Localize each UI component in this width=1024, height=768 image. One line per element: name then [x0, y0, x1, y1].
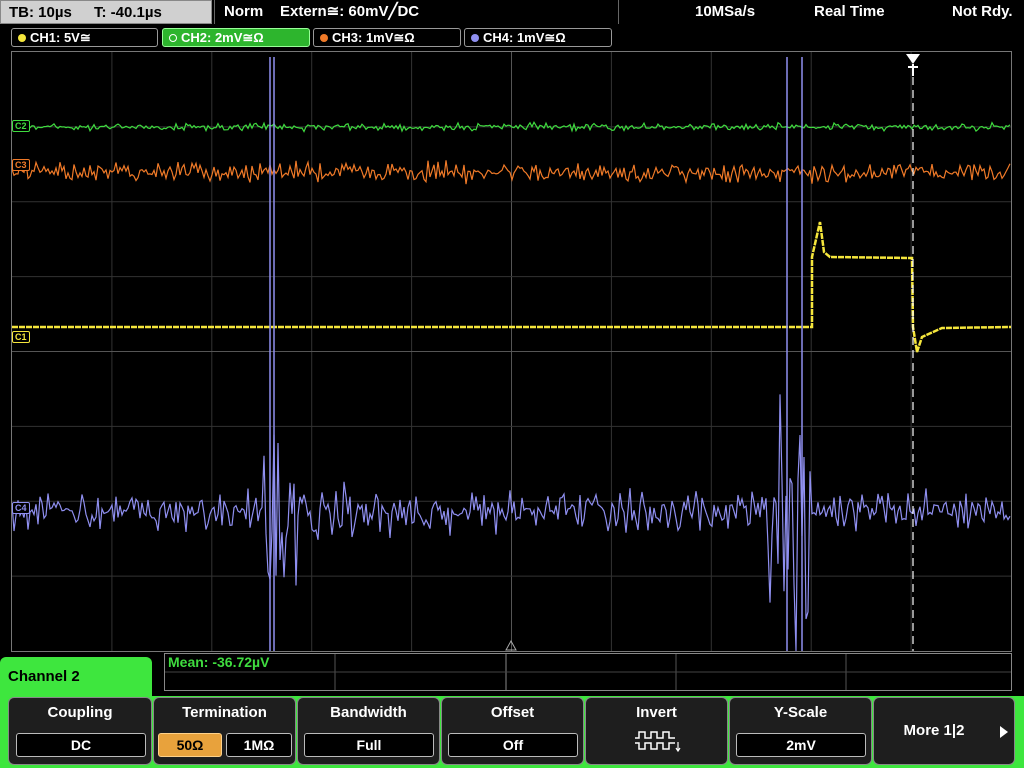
- more-label: More 1|2: [903, 722, 965, 739]
- invert-waveform-icon: [635, 731, 681, 753]
- invert-softkey[interactable]: Invert: [585, 697, 728, 765]
- more-softkey[interactable]: More 1|2: [873, 697, 1015, 765]
- ch2-tab-label: CH2: 2mV≅Ω: [181, 30, 264, 45]
- waveform-display[interactable]: [11, 51, 1012, 652]
- ch4-color-dot: [471, 34, 479, 42]
- trigger-position-marker[interactable]: [904, 52, 922, 78]
- acquisition-mode: Real Time: [814, 3, 885, 20]
- channel-tab-ch3[interactable]: CH3: 1mV≅Ω: [313, 28, 461, 47]
- termination-option-50ohm[interactable]: 50Ω: [158, 733, 222, 757]
- ch3-color-dot: [320, 34, 328, 42]
- next-page-arrow-icon: [1000, 726, 1008, 738]
- horizontal-position-marker: [505, 640, 517, 651]
- trigger-time-readout: T: -40.1µs: [94, 4, 162, 21]
- trigger-source[interactable]: Extern≅: 60mV╱DC: [280, 0, 419, 24]
- mean-measurement[interactable]: Mean: -36.72µV: [168, 654, 269, 670]
- measurement-bar: [164, 653, 1012, 691]
- yscale-value[interactable]: 2mV: [736, 733, 866, 757]
- ch1-tab-label: CH1: 5V≅: [30, 30, 91, 45]
- waveform-canvas: [12, 52, 1011, 651]
- sample-rate: 10MSa/s: [695, 3, 756, 20]
- yscale-softkey[interactable]: Y-Scale 2mV: [729, 697, 872, 765]
- bandwidth-softkey[interactable]: Bandwidth Full: [297, 697, 440, 765]
- timebase-box[interactable]: TB: 10µs T: -40.1µs: [0, 0, 212, 24]
- invert-label: Invert: [636, 704, 677, 721]
- bandwidth-value[interactable]: Full: [304, 733, 434, 757]
- trigger-mode[interactable]: Norm: [224, 0, 263, 24]
- termination-option-1mohm[interactable]: 1MΩ: [226, 733, 292, 757]
- ch1-color-dot: [18, 34, 26, 42]
- status-bar: TB: 10µs T: -40.1µs Norm Extern≅: 60mV╱D…: [0, 0, 1024, 26]
- timebase-readout: TB: 10µs: [9, 4, 72, 21]
- termination-softkey[interactable]: Termination 50Ω 1MΩ: [153, 697, 296, 765]
- channel-tab-ch2[interactable]: CH2: 2mV≅Ω: [162, 28, 310, 47]
- ch2-ground-marker[interactable]: C2: [12, 120, 30, 132]
- yscale-label: Y-Scale: [773, 704, 828, 721]
- ch4-ground-marker[interactable]: C4: [12, 502, 30, 514]
- ch2-color-dot: [169, 34, 177, 42]
- termination-label: Termination: [182, 704, 267, 721]
- channel-tab-ch1[interactable]: CH1: 5V≅: [11, 28, 158, 47]
- ch4-tab-label: CH4: 1mV≅Ω: [483, 30, 566, 45]
- coupling-softkey[interactable]: Coupling DC: [8, 697, 152, 765]
- ready-state: Not Rdy.: [952, 3, 1013, 20]
- ch3-ground-marker[interactable]: C3: [12, 159, 30, 171]
- ch3-tab-label: CH3: 1mV≅Ω: [332, 30, 415, 45]
- bandwidth-label: Bandwidth: [330, 704, 407, 721]
- coupling-value[interactable]: DC: [16, 733, 146, 757]
- offset-value[interactable]: Off: [448, 733, 578, 757]
- coupling-label: Coupling: [47, 704, 113, 721]
- channel-tab-ch4[interactable]: CH4: 1mV≅Ω: [464, 28, 612, 47]
- offset-label: Offset: [490, 704, 535, 721]
- offset-softkey[interactable]: Offset Off: [441, 697, 584, 765]
- ch1-ground-marker[interactable]: C1: [12, 331, 30, 343]
